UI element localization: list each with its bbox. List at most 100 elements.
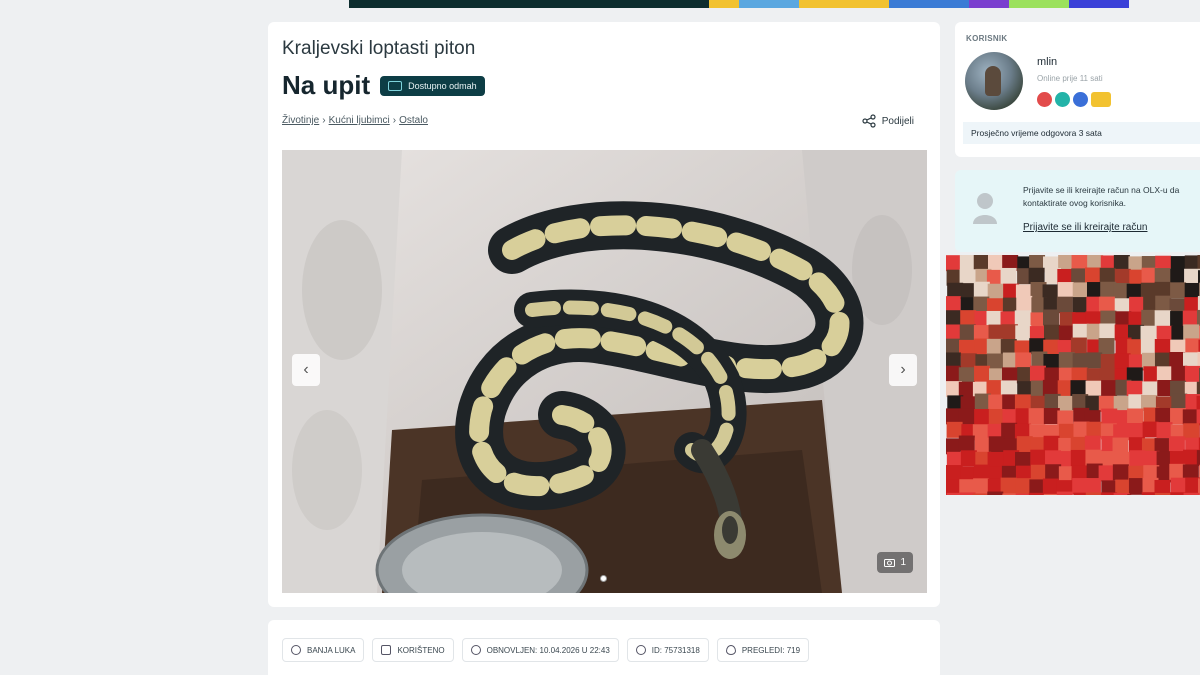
photo-gallery[interactable]: ‹ › 1 bbox=[282, 150, 927, 593]
mosaic-cell bbox=[1114, 353, 1131, 370]
mosaic-cell bbox=[1085, 492, 1102, 495]
mosaic-cell bbox=[1084, 478, 1101, 495]
mosaic-cell bbox=[987, 491, 1004, 495]
listing-photo bbox=[282, 150, 927, 593]
mosaic-cell bbox=[1183, 492, 1200, 495]
mosaic-cell bbox=[1154, 352, 1171, 369]
seller-name[interactable]: mlin bbox=[1037, 56, 1057, 68]
mosaic-cell bbox=[1154, 268, 1171, 285]
mosaic-cell bbox=[1098, 465, 1115, 482]
mosaic-cell bbox=[1168, 436, 1185, 453]
login-prompt-card: Prijavite se ili kreirajte račun na OLX-… bbox=[955, 170, 1200, 252]
mosaic-cell bbox=[958, 367, 975, 384]
mosaic-cell bbox=[987, 283, 1004, 300]
mosaic-cell bbox=[1043, 309, 1060, 326]
mosaic-cell bbox=[1112, 464, 1129, 481]
tag-icon bbox=[381, 645, 392, 655]
mosaic-cell bbox=[1015, 451, 1032, 468]
mosaic-cell bbox=[1099, 323, 1116, 340]
mosaic-cell bbox=[958, 381, 975, 398]
mosaic-cell bbox=[1140, 338, 1157, 355]
mosaic-cell bbox=[973, 478, 990, 495]
mosaic-cell bbox=[1016, 295, 1033, 312]
photo-count-value: 1 bbox=[900, 557, 906, 568]
mosaic-cell bbox=[1155, 407, 1172, 424]
login-link[interactable]: Prijavite se ili kreirajte račun bbox=[1023, 222, 1148, 233]
mosaic-cell bbox=[1184, 268, 1200, 285]
meta-chip-label: BANJA LUKA bbox=[307, 645, 356, 655]
mosaic-cell bbox=[1000, 267, 1017, 284]
strip-segment bbox=[349, 0, 469, 8]
mosaic-cell bbox=[987, 451, 1004, 468]
mosaic-cell bbox=[986, 310, 1003, 327]
mosaic-cell bbox=[946, 296, 961, 313]
mosaic-cell bbox=[959, 324, 976, 341]
strip-segment bbox=[589, 0, 709, 8]
gallery-indicator-dot[interactable] bbox=[600, 575, 607, 582]
strip-segment bbox=[739, 0, 799, 8]
seller-online-status: Online prije 11 sati bbox=[1037, 74, 1103, 83]
login-prompt-text: Prijavite se ili kreirajte račun na OLX-… bbox=[1023, 184, 1200, 210]
photo-count-badge: 1 bbox=[877, 552, 913, 573]
gallery-prev-button[interactable]: ‹ bbox=[292, 354, 320, 386]
mosaic-cell bbox=[1183, 324, 1200, 341]
top-color-strip bbox=[349, 0, 1140, 8]
share-button[interactable]: Podijeli bbox=[862, 114, 914, 128]
mosaic-cell bbox=[1127, 494, 1144, 495]
availability-badge-label: Dostupno odmah bbox=[408, 80, 477, 91]
mosaic-cell bbox=[973, 281, 990, 298]
mosaic-cell bbox=[1056, 296, 1073, 313]
delivery-badge-icon bbox=[1091, 92, 1111, 107]
mosaic-cell bbox=[1113, 493, 1130, 495]
mosaic-cell bbox=[1028, 408, 1045, 425]
seller-card: KORISNIK mlin Online prije 11 sati Prosj… bbox=[955, 22, 1200, 157]
mosaic-cell bbox=[1101, 380, 1118, 397]
mosaic-cell bbox=[1184, 282, 1200, 299]
meta-chip-renewed: OBNOVLJEN: 10.04.2026 U 22:43 bbox=[461, 638, 619, 662]
breadcrumb: Životinje › Kućni ljubimci › Ostalo bbox=[282, 115, 428, 126]
mosaic-cell bbox=[1015, 325, 1032, 342]
chevron-right-icon: › bbox=[322, 115, 326, 126]
mosaic-cell bbox=[1043, 435, 1060, 452]
mosaic-cell bbox=[1126, 423, 1143, 440]
advertisement-banner[interactable] bbox=[946, 255, 1200, 495]
chevron-right-icon: › bbox=[900, 361, 906, 378]
seller-badges bbox=[1037, 92, 1111, 107]
chevron-left-icon: ‹ bbox=[303, 361, 309, 378]
mosaic-cell bbox=[1070, 380, 1087, 397]
mosaic-cell bbox=[946, 421, 963, 438]
mosaic-cell bbox=[1113, 255, 1130, 270]
mosaic-cell bbox=[974, 408, 991, 425]
meta-chip-list: BANJA LUKA KORIŠTENO OBNOVLJEN: 10.04.20… bbox=[282, 638, 810, 662]
mosaic-cell bbox=[1182, 310, 1199, 327]
strip-segment bbox=[799, 0, 889, 8]
mosaic-cell bbox=[1127, 339, 1144, 356]
verified-badge-icon bbox=[1055, 92, 1070, 107]
mosaic-cell bbox=[1114, 268, 1131, 285]
mosaic-cell bbox=[1115, 479, 1132, 495]
mosaic-cell bbox=[1072, 323, 1089, 340]
avatar[interactable] bbox=[965, 52, 1023, 110]
breadcrumb-item-ostalo[interactable]: Ostalo bbox=[399, 115, 428, 126]
mosaic-cell bbox=[1156, 366, 1173, 383]
mosaic-cell bbox=[1057, 282, 1074, 299]
meta-chip-location: BANJA LUKA bbox=[282, 638, 365, 662]
mosaic-cell bbox=[1171, 393, 1188, 410]
breadcrumb-item-zivotinje[interactable]: Životinje bbox=[282, 115, 319, 126]
mosaic-cell bbox=[1098, 338, 1115, 355]
meta-chip-views: PREGLEDI: 719 bbox=[716, 638, 810, 662]
strip-segment bbox=[1069, 0, 1129, 8]
share-label: Podijeli bbox=[881, 115, 914, 127]
mosaic-cell bbox=[1099, 267, 1116, 284]
mosaic-cell bbox=[1072, 282, 1089, 299]
strip-segment bbox=[709, 0, 739, 8]
login-prompt-line: kontaktirate ovog korisnika. bbox=[1023, 198, 1126, 208]
mosaic-cell bbox=[946, 255, 962, 272]
mosaic-cell bbox=[1070, 449, 1087, 466]
mosaic-cell bbox=[1184, 365, 1200, 382]
gallery-next-button[interactable]: › bbox=[889, 354, 917, 386]
breadcrumb-item-kucni-ljubimci[interactable]: Kućni ljubimci bbox=[329, 115, 390, 126]
mosaic-cell bbox=[1015, 478, 1032, 495]
mosaic-cell bbox=[1127, 408, 1144, 425]
mosaic-cell bbox=[959, 255, 976, 272]
